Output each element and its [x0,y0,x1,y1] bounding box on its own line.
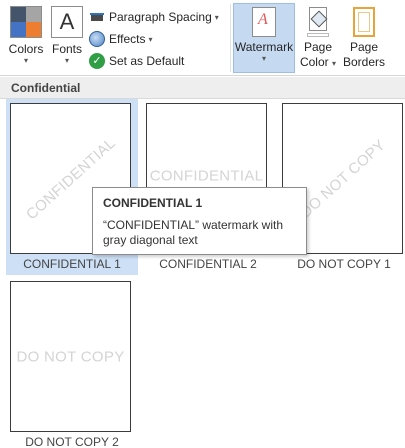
watermark-option-caption: CONFIDENTIAL 1 [23,257,121,271]
ribbon-design-tab: Colors ▾ A Fonts ▾ Paragraph Spacing ▾ E… [0,0,405,76]
effects-button[interactable]: Effects ▾ [89,28,227,50]
watermark-label: Watermark [234,40,294,54]
page-borders-icon [353,7,375,37]
page-borders-label-line1: Page [349,40,379,54]
tooltip-title: CONFIDENTIAL 1 [103,196,203,210]
page-color-button[interactable]: Page Color ▾ [298,4,338,74]
effects-label: Effects [109,32,146,46]
watermark-preview-text: CONFIDENTIAL [149,167,264,185]
fonts-label: Fonts [51,42,82,56]
page-borders-label-line2: Borders [342,55,386,69]
chevron-down-icon: ▾ [23,56,28,65]
watermark-preview-text: DO NOT COPY [16,348,125,365]
effects-icon [89,31,105,47]
theme-options-group: Paragraph Spacing ▾ Effects ▾ ✓ Set as D… [89,6,227,72]
chevron-down-icon: ▾ [332,59,337,68]
chevron-down-icon: ▾ [214,12,219,22]
watermark-option-do-not-copy-2[interactable]: DO NOT COPY DO NOT COPY 2 [6,277,138,448]
colors-label: Colors [8,42,44,56]
set-as-default-label: Set as Default [109,54,185,68]
set-as-default-button[interactable]: ✓ Set as Default [89,50,227,72]
color-palette-icon [10,6,42,38]
chevron-down-icon: ▾ [64,56,69,65]
colors-button[interactable]: Colors ▾ [4,4,48,74]
group-divider [230,4,231,72]
fonts-icon: A [51,6,83,38]
watermark-preview-page: DO NOT COPY [10,281,131,432]
chevron-down-icon: ▾ [261,54,266,63]
paragraph-spacing-icon [89,9,105,25]
watermark-option-caption: DO NOT COPY 1 [297,257,391,271]
watermark-tooltip: CONFIDENTIAL 1 “CONFIDENTIAL” watermark … [92,187,307,255]
paragraph-spacing-button[interactable]: Paragraph Spacing ▾ [89,6,227,28]
chevron-down-icon: ▾ [148,34,153,44]
watermark-option-caption: CONFIDENTIAL 2 [159,257,257,271]
watermark-button[interactable]: Watermark ▾ [233,3,295,73]
checkmark-icon: ✓ [89,53,105,69]
watermark-preview-text: DO NOT COPY [296,136,389,221]
page-color-label-line1: Page [303,40,333,54]
fonts-button[interactable]: A Fonts ▾ [49,4,85,74]
tooltip-description: “CONFIDENTIAL” watermark with gray diago… [103,218,284,247]
watermark-gallery: CONFIDENTIAL CONFIDENTIAL 1 CONFIDENTIAL… [0,99,405,448]
page-color-label-line2: Color ▾ [299,55,337,69]
gallery-section-header: Confidential [0,77,405,99]
paragraph-spacing-label: Paragraph Spacing [109,10,212,24]
watermark-icon [252,7,276,37]
page-borders-button[interactable]: Page Borders [341,4,387,74]
page-color-icon [305,7,331,37]
watermark-option-caption: DO NOT COPY 2 [25,435,119,448]
